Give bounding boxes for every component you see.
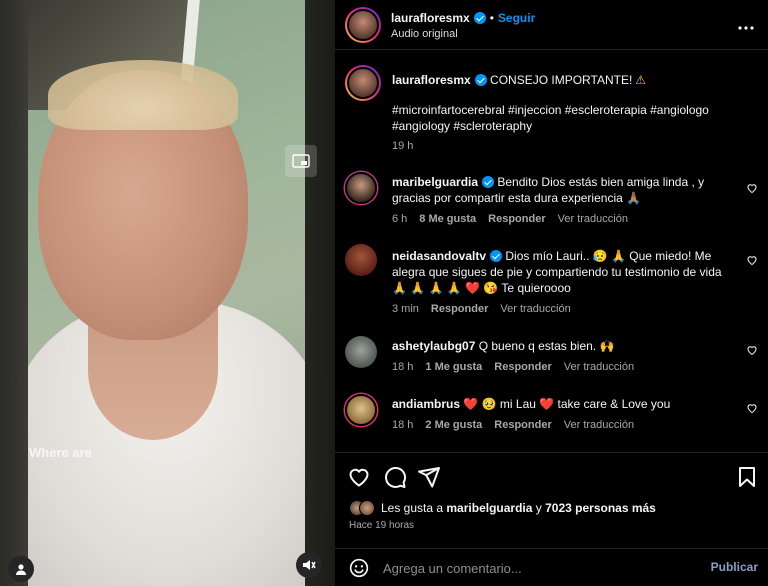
warning-emoji-icon: ⚠ bbox=[635, 73, 647, 87]
verified-badge-icon bbox=[473, 12, 486, 24]
comment-time[interactable]: 18 h bbox=[392, 419, 413, 431]
verified-badge-icon bbox=[474, 74, 487, 86]
media-letterbox-left bbox=[0, 0, 28, 586]
like-comment-heart-icon[interactable] bbox=[746, 182, 758, 194]
translate-link[interactable]: Ver traducción bbox=[564, 361, 634, 373]
liker-avatar bbox=[359, 500, 375, 516]
commenter-username[interactable]: andiambrus bbox=[392, 397, 460, 411]
comment-text: ❤️ 🥹 mi Lau ❤️ take care & Love you bbox=[463, 397, 671, 411]
mute-toggle-icon[interactable] bbox=[296, 552, 322, 578]
caption-text: CONSEJO IMPORTANTE! bbox=[490, 73, 633, 87]
comment-body: neidasandovaltv Dios mío Lauri.. 😥 🙏 Que… bbox=[392, 248, 737, 296]
verified-badge-icon bbox=[482, 176, 495, 188]
like-comment-heart-icon[interactable] bbox=[746, 402, 758, 414]
reply-button[interactable]: Responder bbox=[494, 361, 551, 373]
comment-likes[interactable]: 2 Me gusta bbox=[425, 419, 482, 431]
comment-time[interactable]: 6 h bbox=[392, 213, 407, 225]
like-comment-heart-icon[interactable] bbox=[746, 344, 758, 356]
video-caption: Where are bbox=[29, 445, 92, 460]
comment-likes[interactable]: 8 Me gusta bbox=[419, 213, 476, 225]
comment-likes[interactable]: 1 Me gusta bbox=[425, 361, 482, 373]
share-send-icon[interactable] bbox=[417, 465, 441, 489]
comment-text: Q bueno q estas bien. 🙌 bbox=[478, 339, 615, 353]
post-actions-bar bbox=[335, 452, 768, 496]
comment-body: andiambrus ❤️ 🥹 mi Lau ❤️ take care & Lo… bbox=[392, 396, 737, 412]
publish-button[interactable]: Publicar bbox=[711, 560, 758, 574]
caption-hashtags[interactable]: #microinfartocerebral #injeccion #escler… bbox=[392, 102, 757, 134]
post-header: laurafloresmx • Seguir Audio original bbox=[335, 0, 768, 50]
comment-body: maribelguardia Bendito Dios estás bien a… bbox=[392, 174, 737, 206]
caption-username[interactable]: laurafloresmx bbox=[392, 73, 471, 87]
add-comment-bar: Publicar bbox=[335, 548, 768, 586]
commenter-avatar[interactable] bbox=[345, 336, 377, 368]
video-frame[interactable] bbox=[28, 0, 305, 586]
translate-link[interactable]: Ver traducción bbox=[558, 213, 628, 225]
reply-button[interactable]: Responder bbox=[431, 303, 488, 315]
verified-badge-icon bbox=[490, 250, 503, 262]
likes-summary[interactable]: Les gusta a maribelguardia y 7023 person… bbox=[349, 500, 656, 516]
follow-button[interactable]: Seguir bbox=[498, 11, 535, 25]
translate-link[interactable]: Ver traducción bbox=[500, 303, 570, 315]
author-line: laurafloresmx • Seguir bbox=[391, 11, 535, 25]
post-media[interactable]: Where are bbox=[0, 0, 335, 586]
translate-link[interactable]: Ver traducción bbox=[564, 419, 634, 431]
author-avatar[interactable] bbox=[345, 7, 381, 43]
separator-dot: • bbox=[489, 11, 494, 25]
comment-meta: 6 h 8 Me gusta Responder Ver traducción bbox=[392, 213, 640, 225]
commenter-username[interactable]: maribelguardia bbox=[392, 175, 478, 189]
comment-meta: 18 h 1 Me gusta Responder Ver traducción bbox=[392, 361, 646, 373]
reply-button[interactable]: Responder bbox=[488, 213, 545, 225]
reply-button[interactable]: Responder bbox=[494, 419, 551, 431]
commenter-username[interactable]: neidasandovaltv bbox=[392, 249, 486, 263]
likes-conj: y bbox=[535, 501, 542, 515]
commenter-username[interactable]: ashetylaubg07 bbox=[392, 339, 475, 353]
commenter-avatar[interactable] bbox=[345, 394, 377, 426]
like-comment-heart-icon[interactable] bbox=[746, 254, 758, 266]
caption-text-line: laurafloresmx CONSEJO IMPORTANTE! ⚠ bbox=[392, 72, 757, 88]
likes-prefix: Les gusta a bbox=[381, 501, 444, 515]
caption-author-avatar[interactable] bbox=[345, 65, 381, 101]
comment-bubble-icon[interactable] bbox=[383, 465, 407, 489]
person-hair bbox=[48, 60, 238, 130]
comment-meta: 3 min Responder Ver traducción bbox=[392, 303, 583, 315]
picture-in-picture-icon[interactable] bbox=[285, 145, 317, 177]
save-bookmark-icon[interactable] bbox=[735, 465, 759, 489]
commenter-avatar[interactable] bbox=[345, 244, 377, 276]
comment-time[interactable]: 18 h bbox=[392, 361, 413, 373]
comment-meta: 18 h 2 Me gusta Responder Ver traducción bbox=[392, 419, 646, 431]
audio-link[interactable]: Audio original bbox=[391, 28, 458, 40]
tagged-user-icon[interactable] bbox=[8, 556, 34, 582]
commenter-avatar[interactable] bbox=[345, 172, 377, 204]
post-date[interactable]: Hace 19 horas bbox=[349, 520, 414, 531]
likes-user[interactable]: maribelguardia bbox=[446, 501, 532, 515]
likes-count[interactable]: 7023 personas más bbox=[545, 501, 656, 515]
comment-input[interactable] bbox=[383, 558, 683, 578]
comment-time[interactable]: 3 min bbox=[392, 303, 419, 315]
author-username[interactable]: laurafloresmx bbox=[391, 11, 470, 25]
more-options-icon[interactable] bbox=[738, 14, 754, 35]
media-letterbox-right bbox=[305, 0, 335, 586]
like-heart-icon[interactable] bbox=[347, 465, 371, 489]
caption-timestamp[interactable]: 19 h bbox=[392, 140, 413, 152]
comment-body: ashetylaubg07 Q bueno q estas bien. 🙌 bbox=[392, 338, 737, 354]
emoji-picker-icon[interactable] bbox=[349, 558, 369, 578]
post-details-panel: laurafloresmx • Seguir Audio original laur… bbox=[335, 0, 768, 586]
